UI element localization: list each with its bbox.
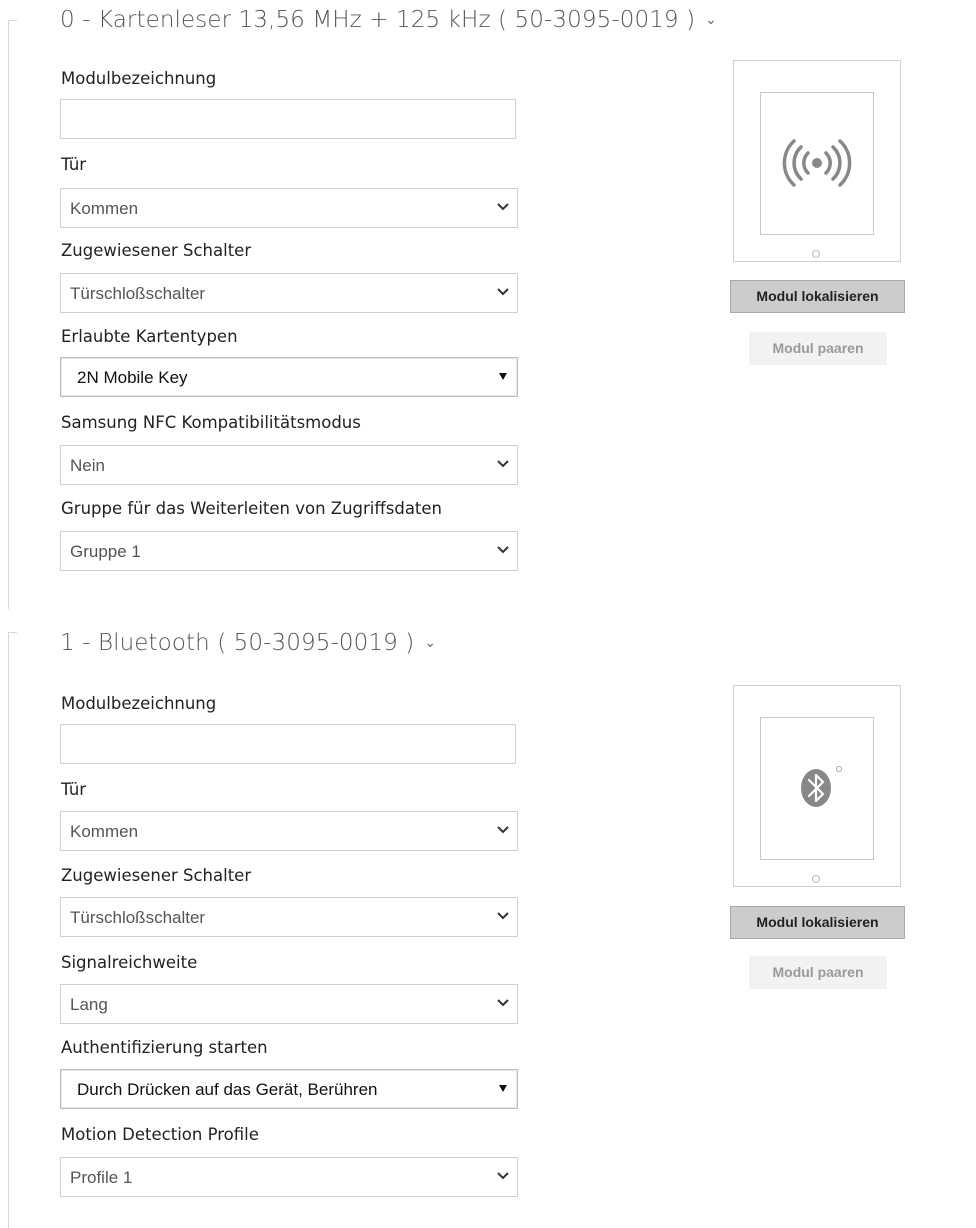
chevron-down-icon — [497, 203, 509, 211]
caret-down-icon — [499, 1085, 507, 1092]
caret-down-icon — [499, 373, 507, 380]
chevron-down-icon[interactable]: ⌄ — [705, 12, 717, 28]
chevron-down-icon — [497, 288, 509, 296]
pair-module-button[interactable]: Modul paaren — [749, 956, 887, 989]
chevron-down-icon — [497, 912, 509, 920]
select-value: Gruppe 1 — [70, 542, 141, 561]
assigned-switch-select[interactable]: Türschloßschalter — [60, 273, 518, 313]
locate-module-button[interactable]: Modul lokalisieren — [730, 280, 905, 313]
device-preview — [733, 685, 901, 887]
select-value: Türschloßschalter — [70, 284, 206, 303]
chevron-down-icon — [497, 546, 509, 554]
select-value: 2N Mobile Key — [77, 368, 188, 387]
select-value: Lang — [70, 995, 108, 1014]
field-label-door: Tür — [61, 155, 87, 174]
field-label-assigned-switch: Zugewiesener Schalter — [61, 866, 252, 885]
field-label-signal-range: Signalreichweite — [61, 953, 198, 972]
field-label-start-auth: Authentifizierung starten — [61, 1038, 268, 1057]
field-label-forward-group: Gruppe für das Weiterleiten von Zugriffs… — [61, 499, 443, 518]
device-preview — [733, 60, 901, 262]
section-bracket — [8, 632, 17, 1228]
locate-module-button[interactable]: Modul lokalisieren — [730, 906, 905, 939]
field-label-door: Tür — [61, 780, 87, 799]
module-name-input[interactable] — [60, 99, 516, 139]
chevron-down-icon — [497, 460, 509, 468]
bluetooth-icon — [801, 766, 842, 807]
field-label-module-name: Modulbezeichnung — [61, 694, 217, 713]
select-value: Profile 1 — [70, 1168, 133, 1187]
nfc-mode-select[interactable]: Nein — [60, 445, 518, 485]
module-name-input[interactable] — [60, 724, 516, 764]
select-value: Durch Drücken auf das Gerät, Berühren — [77, 1080, 378, 1099]
select-value: Türschloßschalter — [70, 908, 206, 927]
chevron-down-icon[interactable]: ⌄ — [424, 635, 436, 651]
card-types-select[interactable]: 2N Mobile Key — [60, 357, 518, 397]
module-section-bluetooth: 1 - Bluetooth ( 50-3095-0019 ) ⌄ Modulbez… — [0, 612, 976, 1228]
rfid-waves-icon — [782, 139, 852, 187]
section-title[interactable]: 0 - Kartenleser 13,56 MHz + 125 kHz ( 50… — [60, 7, 717, 33]
device-panel — [760, 92, 874, 235]
field-label-motion-profile: Motion Detection Profile — [61, 1125, 259, 1144]
chevron-down-icon — [497, 999, 509, 1007]
assigned-switch-select[interactable]: Türschloßschalter — [60, 897, 518, 937]
chevron-down-icon — [497, 826, 509, 834]
field-label-assigned-switch: Zugewiesener Schalter — [61, 241, 252, 260]
section-title[interactable]: 1 - Bluetooth ( 50-3095-0019 ) ⌄ — [60, 630, 436, 656]
field-label-card-types: Erlaubte Kartentypen — [61, 327, 238, 346]
start-auth-select[interactable]: Durch Drücken auf das Gerät, Berühren — [60, 1069, 518, 1109]
section-bracket — [8, 20, 17, 609]
signal-range-select[interactable]: Lang — [60, 984, 518, 1024]
pair-module-button[interactable]: Modul paaren — [749, 332, 887, 365]
field-label-module-name: Modulbezeichnung — [61, 69, 217, 88]
field-label-nfc-mode: Samsung NFC Kompatibilitätsmodus — [61, 413, 361, 432]
select-value: Nein — [70, 456, 105, 475]
module-section-card-reader: 0 - Kartenleser 13,56 MHz + 125 kHz ( 50… — [0, 0, 976, 612]
device-panel — [760, 717, 874, 860]
status-led — [812, 875, 820, 883]
door-select[interactable]: Kommen — [60, 188, 518, 228]
status-led — [812, 250, 820, 258]
forward-group-select[interactable]: Gruppe 1 — [60, 531, 518, 571]
select-value: Kommen — [70, 822, 139, 841]
motion-profile-select[interactable]: Profile 1 — [60, 1157, 518, 1197]
select-value: Kommen — [70, 199, 139, 218]
chevron-down-icon — [497, 1172, 509, 1180]
door-select[interactable]: Kommen — [60, 811, 518, 851]
